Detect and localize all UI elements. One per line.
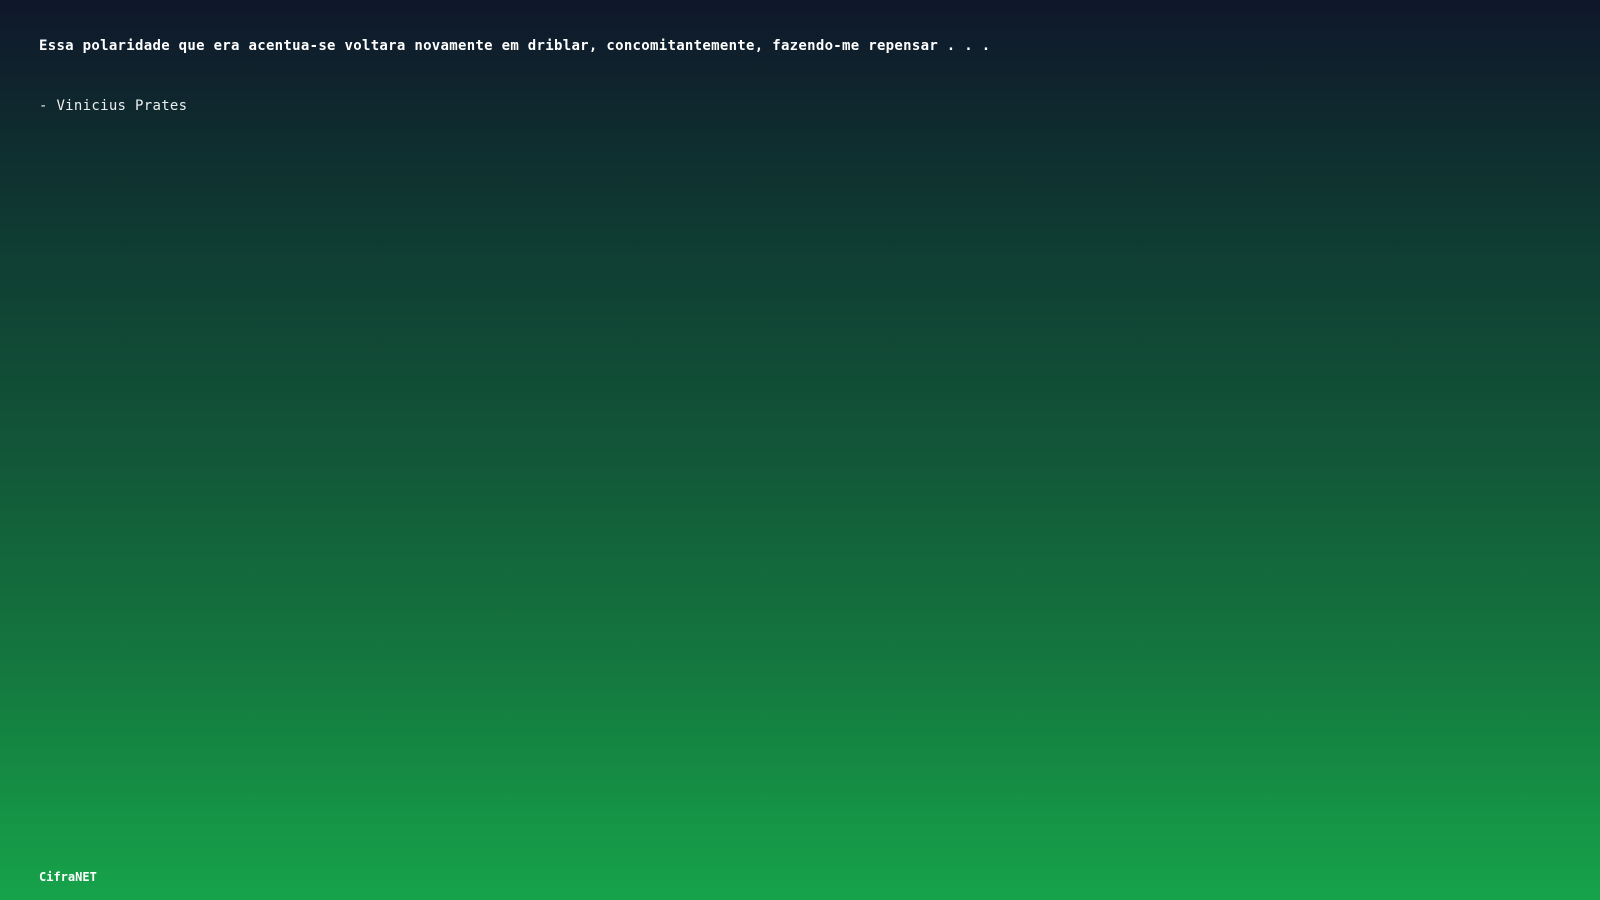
quote-screen: { "quote": { "text": "Essa polaridade qu… — [0, 0, 1600, 900]
quote-author: - Vinicius Prates — [39, 98, 188, 114]
quote-text: Essa polaridade que era acentua-se volta… — [39, 38, 991, 54]
brand-label: CifraNET — [39, 870, 97, 884]
